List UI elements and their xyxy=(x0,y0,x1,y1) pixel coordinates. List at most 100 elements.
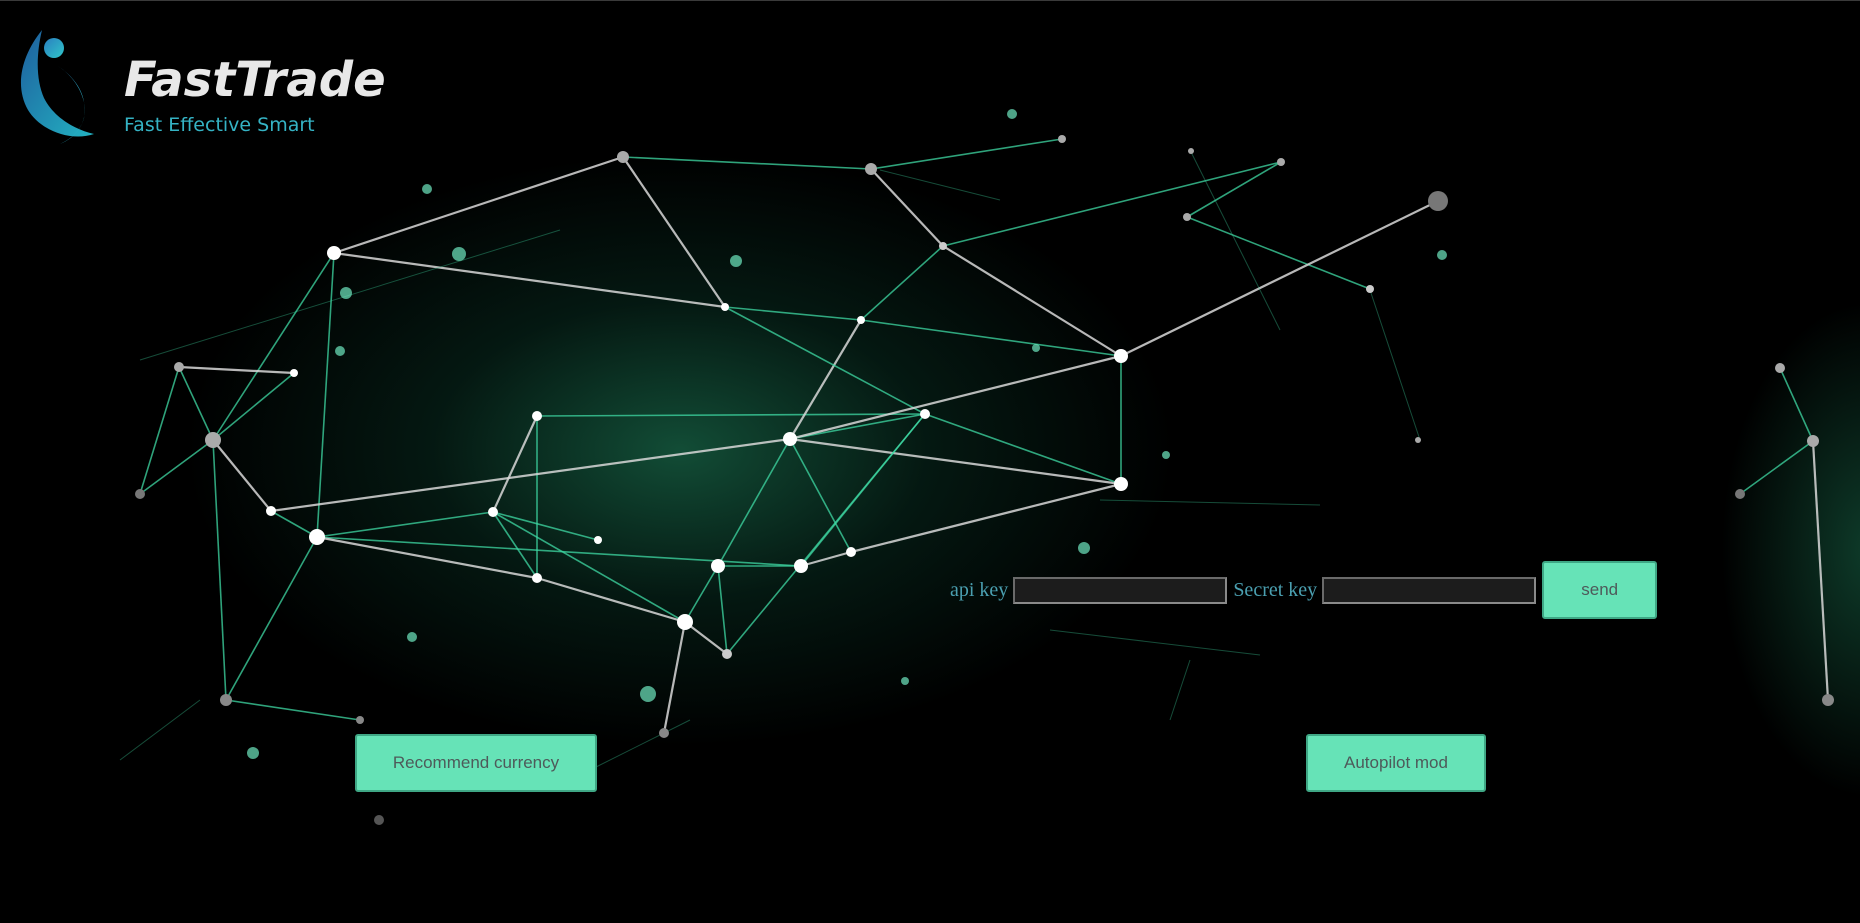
network-line xyxy=(1811,440,1830,701)
network-node xyxy=(1277,158,1285,166)
network-node xyxy=(532,573,542,583)
network-line-faint xyxy=(119,699,201,761)
network-line xyxy=(724,306,926,415)
network-line xyxy=(1120,200,1439,357)
network-line xyxy=(212,439,227,701)
network-line xyxy=(860,319,1122,357)
network-line xyxy=(225,699,361,721)
network-node xyxy=(309,529,325,545)
network-line xyxy=(726,413,926,655)
network-node xyxy=(939,242,947,250)
fasttrade-page: FastTrade Fast Effective Smart api key S… xyxy=(0,0,1860,923)
network-node xyxy=(1822,694,1834,706)
network-node xyxy=(135,489,145,499)
network-node xyxy=(721,303,729,311)
network-line xyxy=(850,482,1122,554)
network-line xyxy=(1779,367,1814,442)
network-node xyxy=(327,246,341,260)
network-line xyxy=(178,366,214,441)
network-line xyxy=(622,156,872,170)
glow-particle xyxy=(1162,451,1170,459)
network-node xyxy=(220,694,232,706)
network-node xyxy=(1058,135,1066,143)
glow-particle xyxy=(901,677,909,685)
network-node xyxy=(1114,477,1128,491)
network-node xyxy=(677,614,693,630)
network-line xyxy=(212,372,295,441)
brand-tagline: Fast Effective Smart xyxy=(124,114,315,136)
glow-particle xyxy=(452,247,466,261)
network-node xyxy=(846,547,856,557)
fasttrade-logo: FastTrade Fast Effective Smart xyxy=(14,30,414,150)
network-line xyxy=(924,413,1122,485)
network-line xyxy=(860,245,944,321)
network-line xyxy=(225,536,318,701)
api-key-form: api key Secret key send xyxy=(950,561,1658,619)
network-line xyxy=(789,319,862,440)
network-line xyxy=(536,413,926,417)
network-node xyxy=(1428,191,1448,211)
network-line-faint xyxy=(1189,149,1281,331)
fasttrade-logo-icon xyxy=(20,30,94,144)
glow-particle xyxy=(340,287,352,299)
network-line-faint xyxy=(1099,499,1321,506)
network-node xyxy=(617,151,629,163)
send-button[interactable]: send xyxy=(1542,561,1658,619)
network-line xyxy=(870,168,944,247)
network-node xyxy=(356,716,364,724)
network-node xyxy=(783,432,797,446)
network-node xyxy=(174,362,184,372)
network-line xyxy=(139,366,180,495)
network-line-faint xyxy=(1049,629,1261,656)
network-line xyxy=(789,437,1122,486)
network-line xyxy=(717,438,791,567)
network-line xyxy=(942,245,1122,357)
network-node xyxy=(266,506,276,516)
secret-key-input[interactable] xyxy=(1322,576,1537,604)
glow-particle xyxy=(1032,344,1040,352)
glow-particle xyxy=(407,632,417,642)
network-line xyxy=(178,365,295,375)
network-line xyxy=(1739,440,1814,495)
network-line xyxy=(316,511,494,538)
glow-particle xyxy=(422,184,432,194)
network-node xyxy=(1366,285,1374,293)
network-node xyxy=(659,728,669,738)
network-node xyxy=(794,559,808,573)
glow-particle xyxy=(640,686,656,702)
network-node xyxy=(722,649,732,659)
autopilot-mode-button[interactable]: Autopilot mod xyxy=(1306,734,1486,792)
network-node xyxy=(594,536,602,544)
network-line xyxy=(212,252,335,441)
network-node xyxy=(1415,437,1421,443)
network-line xyxy=(536,576,686,624)
glow-particle xyxy=(247,747,259,759)
network-line xyxy=(622,156,726,308)
network-node xyxy=(374,815,384,825)
network-node xyxy=(488,507,498,517)
recommend-currency-button[interactable]: Recommend currency xyxy=(355,734,597,792)
network-line xyxy=(212,439,272,512)
network-node xyxy=(532,411,542,421)
network-line xyxy=(789,438,852,553)
network-node xyxy=(1775,363,1785,373)
api-key-input[interactable] xyxy=(1013,576,1228,604)
network-node xyxy=(920,409,930,419)
network-node xyxy=(205,432,221,448)
network-line xyxy=(333,155,624,255)
network-line xyxy=(270,437,791,513)
network-line xyxy=(316,252,335,538)
glow-particle xyxy=(335,346,345,356)
brand-title: FastTrade xyxy=(124,52,386,108)
network-line xyxy=(662,621,687,734)
network-node xyxy=(1114,349,1128,363)
network-line xyxy=(492,415,538,513)
network-line xyxy=(870,138,1063,170)
network-line xyxy=(1186,161,1282,218)
network-line xyxy=(789,413,926,440)
network-node xyxy=(1188,148,1194,154)
network-line xyxy=(492,511,686,623)
network-line-faint xyxy=(1169,659,1191,721)
network-node xyxy=(290,369,298,377)
network-line-faint xyxy=(1369,289,1421,441)
